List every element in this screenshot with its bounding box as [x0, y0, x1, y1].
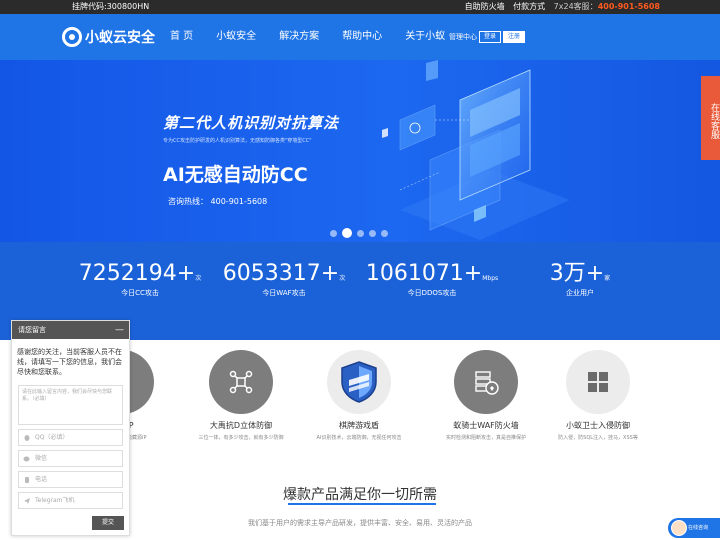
hotline-label: 7x24客服： [553, 2, 598, 11]
product-card-intrusion[interactable]: 小蚁卫士入侵防御 防入侵，防SQL注入，挂马，XSS等 [538, 350, 658, 441]
product-card-dayu[interactable]: 大禹抗D立体防御 三位一体，有多少攻击，就有多少防御 [181, 350, 301, 441]
windows-grid-icon [566, 350, 630, 414]
stat-unit: Mbps [482, 275, 499, 282]
online-consult-label: 在线咨询 [688, 525, 709, 531]
logo-text: 小蚁云安全 [85, 30, 155, 46]
product-desc: 防入侵，防SQL注入，挂马，XSS等 [558, 435, 638, 441]
carousel-dot[interactable] [381, 229, 388, 237]
stat-waf: 6053317+次 今日WAF攻击 [214, 260, 354, 298]
header: 小蚁云安全 首 页 小蚁安全 解决方案 帮助中心 关于小蚁 管理中心 登录 注册 [0, 14, 720, 60]
carousel-dots [330, 228, 393, 238]
product-name: 小蚁卫士入侵防御 [566, 421, 630, 430]
register-button[interactable]: 注册 [503, 31, 525, 43]
chat-title: 请您留言 [18, 326, 46, 334]
top-link-payment[interactable]: 付款方式 [513, 2, 545, 11]
product-desc: AI识别技术，云端防御，无视任何攻击 [316, 435, 402, 441]
carousel-dot-active[interactable] [342, 228, 352, 238]
carousel-dot[interactable] [330, 229, 337, 237]
stat-unit: 次 [195, 275, 202, 282]
nav-solutions[interactable]: 解决方案 [279, 14, 319, 60]
stat-enterprise: 3万+家 企业用户 [510, 260, 650, 298]
banner-title: 第二代人机识别对抗算法 [163, 114, 340, 132]
online-consult-button[interactable]: 在线咨询 [668, 518, 720, 538]
nav-security[interactable]: 小蚁安全 [216, 14, 256, 60]
stat-label: 企业用户 [566, 289, 594, 297]
server-firewall-icon [454, 350, 518, 414]
section-title-underline [288, 503, 436, 505]
banner-headline: AI无感自动防CC [163, 164, 308, 186]
telegram-icon [24, 497, 30, 504]
phone-placeholder: 电话 [35, 476, 48, 483]
logo-mark-icon [62, 27, 82, 47]
qq-placeholder: QQ（必填） [35, 434, 69, 441]
top-bar: 挂牌代码:300800HN 自助防火墙 付款方式 7x24客服：400-901-… [0, 0, 720, 14]
phone-field[interactable]: 电话 [18, 471, 123, 488]
banner-subtitle: 专为CC攻击防护研发的人机识别算法，无感知防御各类"穿墙型CC" [163, 138, 312, 144]
product-name: 蚁骑士WAF防火墙 [453, 421, 519, 430]
leave-message-widget: 请您留言 — 感谢您的关注，当前客服人员不在线，请填写一下您的信息，我们会尽快和… [11, 320, 130, 536]
stat-cc: 7252194+次 今日CC攻击 [70, 260, 210, 298]
stock-code: 挂牌代码:300800HN [72, 2, 150, 11]
wechat-icon [23, 456, 30, 461]
message-textarea[interactable]: 请在此输入留言内容，我们会尽快与您联系。（必填） [18, 385, 123, 425]
management-link[interactable]: 管理中心 [449, 31, 477, 43]
game-shield-icon [327, 350, 391, 414]
agent-avatar [671, 520, 687, 536]
product-name: 棋牌游戏盾 [339, 421, 379, 430]
telegram-field[interactable]: Telegram飞机 [18, 492, 123, 509]
stat-unit: 家 [604, 275, 611, 282]
isometric-security-illustration-icon [382, 60, 570, 240]
phone-icon [25, 476, 29, 483]
hotline-number: 400-901-5608 [597, 2, 660, 11]
top-link-firewall[interactable]: 自助防火墙 [465, 2, 505, 11]
telegram-placeholder: Telegram飞机 [35, 497, 75, 504]
product-desc: 三位一体，有多少攻击，就有多少防御 [198, 435, 284, 441]
hero-banner[interactable]: 第二代人机识别对抗算法 专为CC攻击防护研发的人机识别算法，无感知防御各类"穿墙… [0, 60, 720, 242]
wechat-placeholder: 微信 [35, 455, 48, 462]
wechat-field[interactable]: 微信 [18, 450, 123, 467]
stat-ddos: 1061071+Mbps 今日DDOS攻击 [362, 260, 502, 298]
qq-icon [24, 434, 30, 441]
qq-field[interactable]: QQ（必填） [18, 429, 123, 446]
submit-button[interactable]: 提交 [92, 516, 124, 530]
nav-home[interactable]: 首 页 [170, 14, 193, 60]
nav-help[interactable]: 帮助中心 [342, 14, 382, 60]
carousel-dot[interactable] [357, 229, 364, 237]
chat-greeting: 感谢您的关注，当前客服人员不在线，请填写一下您的信息，我们会尽快和您联系。 [17, 348, 122, 376]
carousel-dot[interactable] [369, 229, 376, 237]
stat-number: 3万+ [549, 261, 605, 286]
minimize-icon[interactable]: — [115, 321, 124, 339]
network-node-icon [209, 350, 273, 414]
product-card-game-shield[interactable]: 棋牌游戏盾 AI识别技术，云端防御，无视任何攻击 [299, 350, 419, 441]
nav-about[interactable]: 关于小蚁 [405, 14, 445, 60]
login-button[interactable]: 登录 [479, 31, 501, 43]
stat-label: 今日WAF攻击 [262, 289, 306, 297]
top-links: 自助防火墙 付款方式 7x24客服：400-901-5608 [459, 0, 660, 14]
stat-number: 6053317+ [222, 261, 340, 286]
product-name: 大禹抗D立体防御 [209, 421, 273, 430]
chat-header: 请您留言 — [12, 321, 129, 339]
stat-label: 今日DDOS攻击 [407, 289, 457, 297]
stat-unit: 次 [339, 275, 346, 282]
logo[interactable]: 小蚁云安全 [62, 26, 155, 48]
stat-number: 7252194+ [78, 261, 196, 286]
online-service-tab[interactable]: 在线客服 [701, 76, 720, 160]
banner-hotline: 咨询热线： 400-901-5608 [168, 197, 268, 206]
stat-label: 今日CC攻击 [121, 289, 159, 297]
main-nav: 首 页 小蚁安全 解决方案 帮助中心 关于小蚁 [170, 14, 468, 60]
stat-number: 1061071+ [365, 261, 483, 286]
product-desc: 实时检测和阻断攻击，真是自推保护 [445, 435, 526, 441]
product-card-waf[interactable]: 蚁骑士WAF防火墙 实时检测和阻断攻击，真是自推保护 [426, 350, 546, 441]
online-service-label: 在线客服 [709, 103, 719, 139]
